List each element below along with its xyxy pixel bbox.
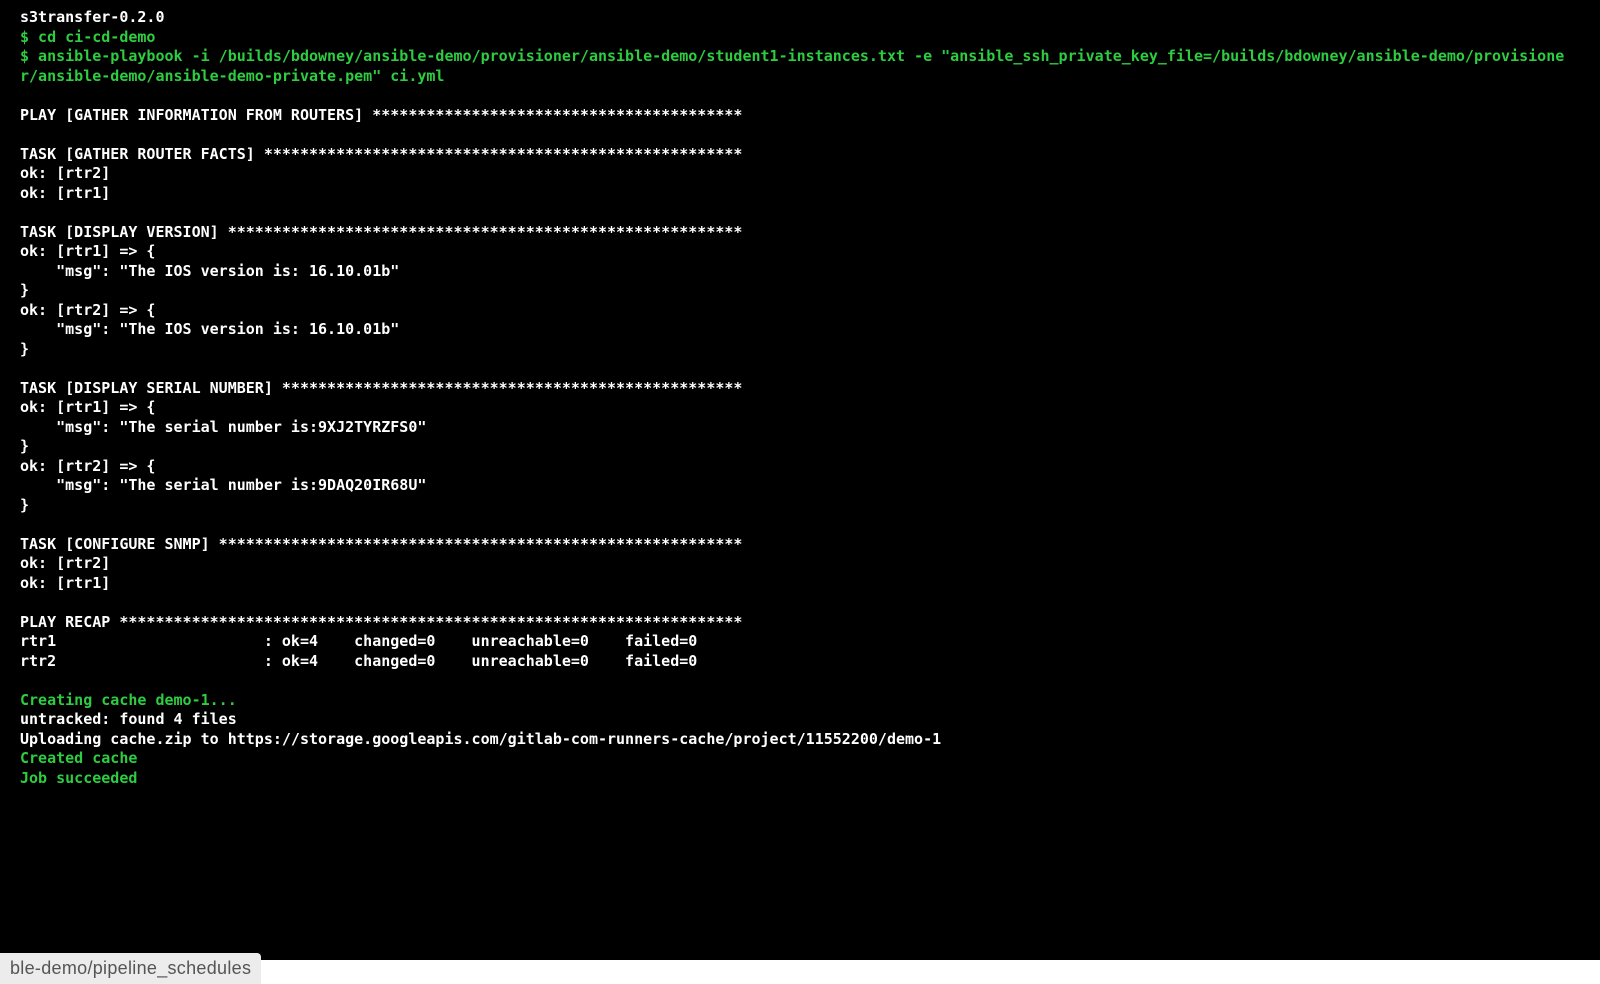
terminal-line: rtr1 : ok=4 changed=0 unreachable=0 fail… (20, 632, 1580, 652)
terminal-line: untracked: found 4 files (20, 710, 1580, 730)
terminal-line: TASK [DISPLAY VERSION] *****************… (20, 223, 1580, 243)
terminal-line (20, 203, 1580, 223)
terminal-line: "msg": "The serial number is:9DAQ20IR68U… (20, 476, 1580, 496)
terminal-line: TASK [GATHER ROUTER FACTS] *************… (20, 145, 1580, 165)
terminal-line: "msg": "The IOS version is: 16.10.01b" (20, 262, 1580, 282)
terminal-line: "msg": "The IOS version is: 16.10.01b" (20, 320, 1580, 340)
browser-link-preview: ble-demo/pipeline_schedules (0, 953, 261, 984)
terminal-line: ok: [rtr2] => { (20, 301, 1580, 321)
terminal-line (20, 671, 1580, 691)
terminal-line: "msg": "The serial number is:9XJ2TYRZFS0… (20, 418, 1580, 438)
terminal-line: PLAY RECAP *****************************… (20, 613, 1580, 633)
terminal-line: } (20, 437, 1580, 457)
terminal-line: $ cd ci-cd-demo (20, 28, 1580, 48)
terminal-line: ok: [rtr2] (20, 554, 1580, 574)
terminal-line: ok: [rtr1] => { (20, 242, 1580, 262)
terminal-line: ok: [rtr1] => { (20, 398, 1580, 418)
terminal-line: $ ansible-playbook -i /builds/bdowney/an… (20, 47, 1580, 86)
terminal-line: } (20, 496, 1580, 516)
terminal-output[interactable]: s3transfer-0.2.0$ cd ci-cd-demo$ ansible… (0, 0, 1600, 960)
terminal-line: PLAY [GATHER INFORMATION FROM ROUTERS] *… (20, 106, 1580, 126)
terminal-line: TASK [DISPLAY SERIAL NUMBER] ***********… (20, 379, 1580, 399)
terminal-line: ok: [rtr2] => { (20, 457, 1580, 477)
terminal-line: ok: [rtr2] (20, 164, 1580, 184)
terminal-line (20, 359, 1580, 379)
terminal-line: Creating cache demo-1... (20, 691, 1580, 711)
terminal-line: TASK [CONFIGURE SNMP] ******************… (20, 535, 1580, 555)
terminal-line: rtr2 : ok=4 changed=0 unreachable=0 fail… (20, 652, 1580, 672)
terminal-line: ok: [rtr1] (20, 184, 1580, 204)
terminal-line (20, 593, 1580, 613)
terminal-line: Job succeeded (20, 769, 1580, 789)
terminal-line: s3transfer-0.2.0 (20, 8, 1580, 28)
terminal-line (20, 515, 1580, 535)
terminal-line: Created cache (20, 749, 1580, 769)
terminal-line: ok: [rtr1] (20, 574, 1580, 594)
terminal-line: Uploading cache.zip to https://storage.g… (20, 730, 1580, 750)
terminal-line (20, 125, 1580, 145)
terminal-line (20, 86, 1580, 106)
terminal-line: } (20, 281, 1580, 301)
terminal-line: } (20, 340, 1580, 360)
